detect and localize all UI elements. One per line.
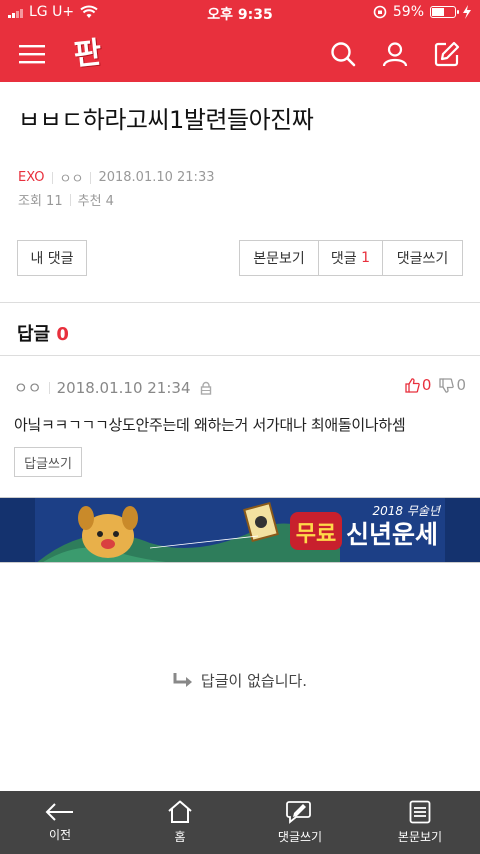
banner-free-text: 무료 <box>296 522 336 547</box>
view-body-button[interactable]: 본문보기 <box>240 241 319 275</box>
post-category[interactable]: EXO <box>18 170 45 185</box>
section-divider <box>0 302 480 303</box>
thumbs-up-icon <box>405 377 420 393</box>
nav-prev-label: 이전 <box>48 828 72 842</box>
comment-text: 아닠ㅋㅋㄱㄱㄱ상도안주는데 왜하는거 서가대나 최애돌이나하셈 <box>14 416 406 434</box>
fortune-banner-ad[interactable]: 무료 2018 무술년 신년운세 <box>0 497 480 563</box>
comment-votes: 0 0 <box>405 376 466 394</box>
comment-reply-button[interactable]: 답글쓰기 <box>14 447 82 477</box>
user-icon <box>382 42 408 67</box>
post-datetime: 2018.01.10 21:33 <box>98 170 215 185</box>
document-icon <box>409 800 431 824</box>
pann-logo[interactable]: 판 <box>72 32 116 76</box>
banner-fortune-text: 신년운세 <box>346 520 438 549</box>
nav-write-comment-label: 댓글쓰기 <box>277 830 323 844</box>
comments-count: 1 <box>361 250 371 266</box>
banner-year-text: 2018 무술년 <box>373 504 442 518</box>
nav-view-body[interactable]: 본문보기 <box>360 791 480 854</box>
search-button[interactable] <box>325 36 361 72</box>
nav-view-body-label: 본문보기 <box>397 830 443 844</box>
replies-heading: 답글 0 <box>17 320 69 346</box>
back-arrow-icon <box>45 803 73 821</box>
replies-count: 0 <box>56 324 69 345</box>
nav-home-label: 홈 <box>174 830 186 844</box>
bottom-navigation: 이전 홈 댓글쓰기 본문보기 <box>0 791 480 854</box>
comments-tab-button[interactable]: 댓글 1 <box>319 241 383 275</box>
empty-replies-text: 답글이 없습니다. <box>200 672 308 690</box>
app-header: 판 <box>0 26 480 82</box>
menu-icon <box>19 45 45 64</box>
charging-icon <box>463 5 471 19</box>
nav-home[interactable]: 홈 <box>120 791 240 854</box>
view-body-label: 본문보기 <box>253 251 305 267</box>
like-button[interactable]: 0 <box>405 376 432 394</box>
comment-meta: ㅇㅇ 2018.01.10 21:34 <box>14 377 213 398</box>
nav-prev[interactable]: 이전 <box>0 791 120 854</box>
status-bar: LG U+ 오후 9:35 59% <box>0 0 480 26</box>
rotation-lock-icon <box>373 5 387 19</box>
profile-button[interactable] <box>377 36 413 72</box>
post-meta: EXO ㅇㅇ 2018.01.10 21:33 <box>18 168 214 187</box>
nav-write-comment[interactable]: 댓글쓰기 <box>240 791 360 854</box>
my-comments-label: 내 댓글 <box>30 251 74 267</box>
menu-button[interactable] <box>14 36 50 72</box>
dislike-count: 0 <box>456 376 466 394</box>
battery-percent: 59% <box>392 4 424 20</box>
post-recommends: 추천 4 <box>77 194 114 209</box>
lock-icon <box>200 381 211 395</box>
thumbs-down-icon <box>439 377 455 393</box>
meta-divider <box>69 193 71 206</box>
post-title: ㅂㅂㄷ하라고씨1발련들아진짜 <box>18 106 314 134</box>
write-comment-button[interactable]: 댓글쓰기 <box>383 241 462 275</box>
replies-label: 답글 <box>17 324 51 345</box>
post-author: ㅇㅇ <box>59 172 84 187</box>
meta-divider <box>51 171 53 184</box>
meta-divider <box>90 171 92 184</box>
comment-reply-label: 답글쓰기 <box>24 456 72 472</box>
comments-tab-label: 댓글 <box>330 251 357 267</box>
empty-replies-message: 답글이 없습니다. <box>0 670 480 691</box>
battery-icon <box>430 6 459 18</box>
banner-artwork: 무료 2018 무술년 신년운세 <box>0 498 480 562</box>
section-divider <box>0 355 480 356</box>
reply-arrow-icon <box>173 672 192 687</box>
post-views: 조회 11 <box>18 194 63 209</box>
post-stats: 조회 11 추천 4 <box>18 190 114 209</box>
meta-divider <box>48 381 50 394</box>
write-button[interactable] <box>429 36 465 72</box>
write-comment-label: 댓글쓰기 <box>396 251 449 267</box>
like-count: 0 <box>421 376 432 394</box>
search-icon <box>331 42 356 67</box>
dislike-button[interactable]: 0 <box>439 376 466 394</box>
my-comments-button[interactable]: 내 댓글 <box>17 240 87 276</box>
post-action-group: 본문보기 댓글 1 댓글쓰기 <box>239 240 463 276</box>
comment-author: ㅇㅇ <box>14 379 42 397</box>
comment-datetime: 2018.01.10 21:34 <box>56 378 191 397</box>
comment-write-icon <box>286 801 311 824</box>
home-icon <box>168 800 192 823</box>
edit-icon <box>434 41 460 67</box>
